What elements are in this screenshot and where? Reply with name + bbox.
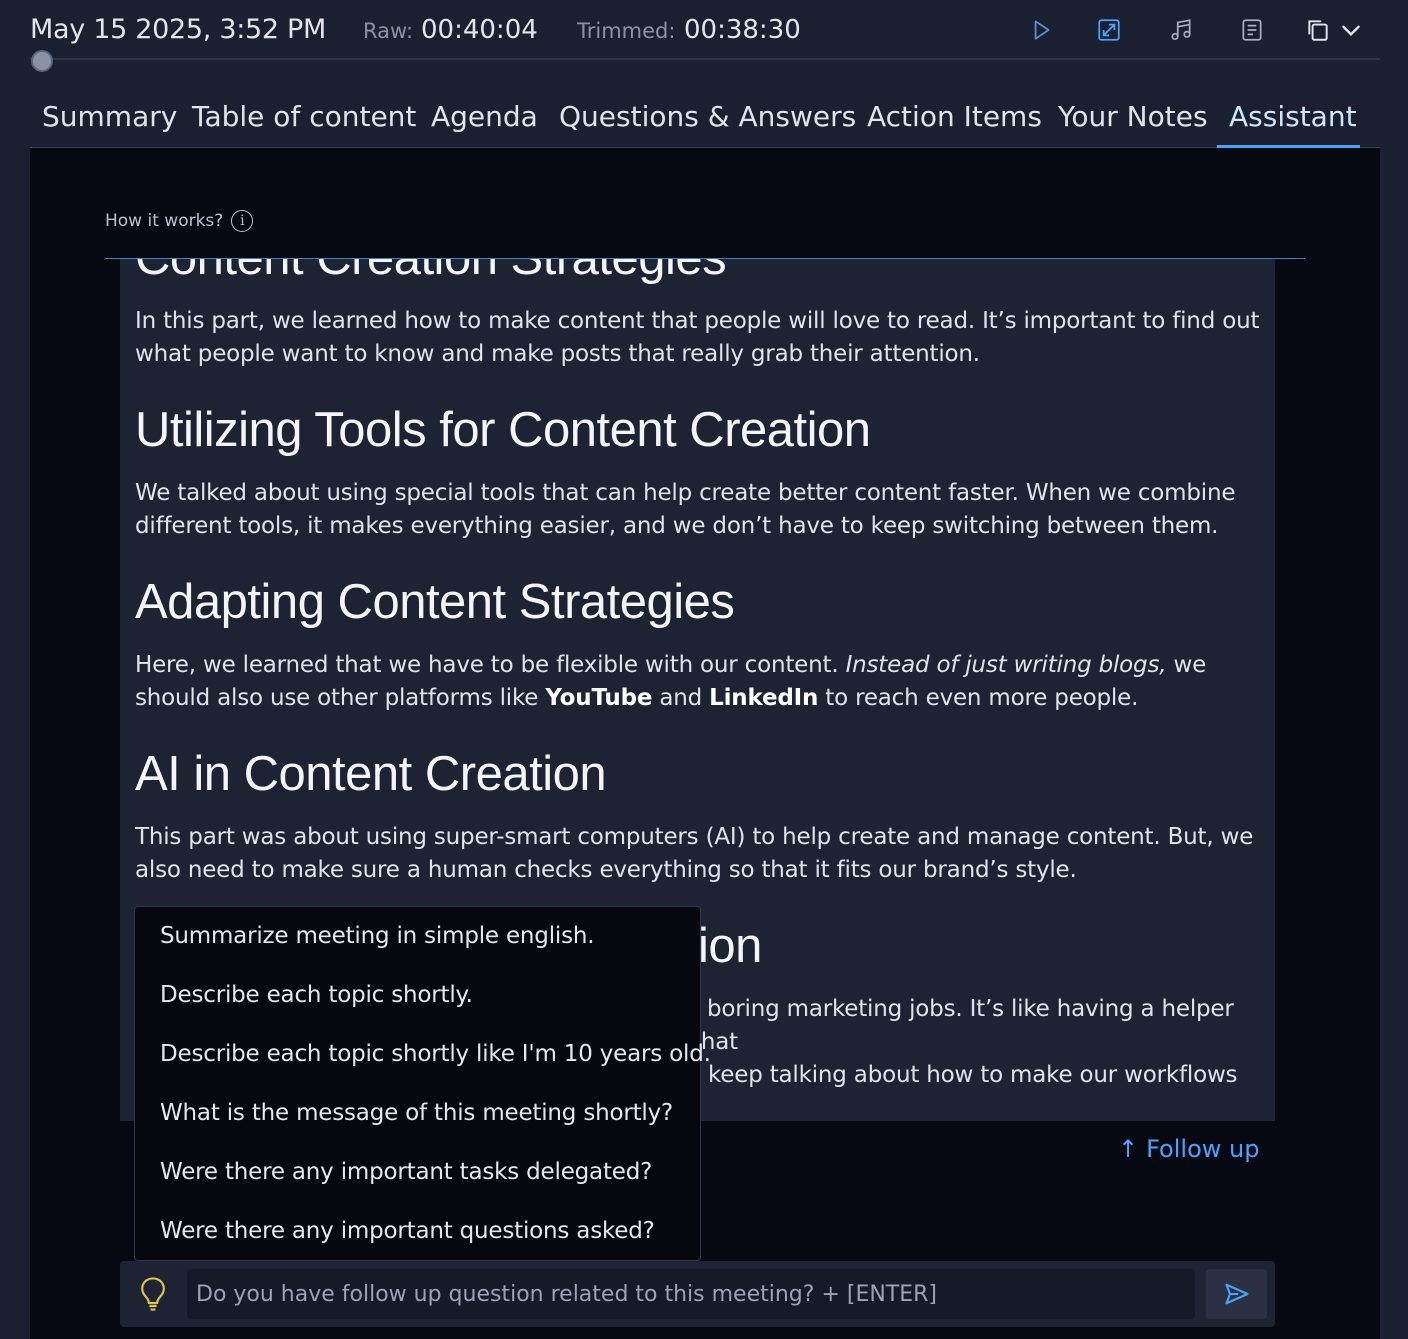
timeline-handle[interactable] [31, 50, 53, 72]
tab-agenda[interactable]: Agenda [431, 100, 538, 133]
bold-text: YouTube [545, 685, 653, 711]
section-body: This part was about using super-smart co… [135, 824, 1254, 883]
bold-text: LinkedIn [709, 685, 819, 711]
send-button[interactable] [1206, 1269, 1267, 1319]
arrow-up-icon: ↑ [1118, 1135, 1139, 1163]
resize-icon[interactable] [1095, 16, 1123, 44]
suggestion-item[interactable]: What is the message of this meeting shor… [160, 1100, 673, 1126]
italic-text: Instead of just writing blogs, [845, 652, 1167, 678]
suggestion-item[interactable]: Were there any important tasks delegated… [160, 1159, 652, 1185]
tab-table-of-content[interactable]: Table of content [192, 100, 416, 133]
tab-action-items[interactable]: Action Items [867, 100, 1042, 133]
suggestions-dropdown: Summarize meeting in simple english. Des… [134, 906, 711, 1261]
suggestion-item[interactable]: Summarize meeting in simple english. [160, 923, 595, 949]
raw-duration-value: 00:40:04 [421, 15, 538, 45]
section-body: We talked about using special tools that… [135, 480, 1236, 539]
raw-duration-label: Raw: [363, 19, 414, 43]
section-heading: AI in Content Creation [135, 747, 607, 801]
assistant-panel: How it works? i Content Creation Strateg… [30, 148, 1380, 1339]
suggestion-item[interactable]: Were there any important questions asked… [160, 1218, 655, 1244]
document-icon[interactable] [1238, 16, 1266, 44]
timeline-track[interactable] [30, 58, 1380, 60]
chevron-down-icon[interactable] [1337, 16, 1365, 44]
trimmed-duration-label: Trimmed: [577, 19, 676, 43]
how-it-works-label: How it works? [105, 211, 224, 231]
send-icon [1224, 1283, 1249, 1305]
suggestion-item[interactable]: Describe each topic shortly. [160, 982, 473, 1008]
top-bar: May 15 2025, 3:52 PM Raw: 00:40:04 Trimm… [0, 0, 1408, 60]
section-body: Here, we learned that we have to be flex… [135, 652, 1207, 711]
lightbulb-icon[interactable] [138, 1276, 168, 1312]
section-heading: Adapting Content Strategies [135, 575, 735, 629]
tab-questions-answers[interactable]: Questions & Answers [559, 100, 856, 133]
section-heading: Content Creation Strategies [135, 259, 1260, 287]
music-icon[interactable] [1167, 16, 1195, 44]
play-icon[interactable] [1027, 16, 1055, 44]
suggestion-item[interactable]: Describe each topic shortly like I'm 10 … [160, 1041, 711, 1067]
follow-up-label: Follow up [1146, 1135, 1260, 1163]
trimmed-duration-value: 00:38:30 [684, 15, 801, 45]
how-it-works-link[interactable]: How it works? i [105, 210, 254, 232]
section-body: In this part, we learned how to make con… [135, 308, 1260, 367]
info-icon: i [231, 210, 254, 232]
follow-up-input-bar [120, 1261, 1275, 1327]
follow-up-question-input[interactable] [187, 1269, 1195, 1319]
follow-up-button[interactable]: ↑ Follow up [1118, 1135, 1259, 1163]
tab-assistant[interactable]: Assistant [1229, 100, 1357, 133]
section-heading: Utilizing Tools for Content Creation [135, 403, 871, 457]
meeting-date: May 15 2025, 3:52 PM [30, 14, 327, 45]
copy-icon[interactable] [1304, 16, 1332, 44]
tab-your-notes[interactable]: Your Notes [1058, 100, 1208, 133]
app-window: May 15 2025, 3:52 PM Raw: 00:40:04 Trimm… [0, 0, 1408, 1339]
tab-bar: Summary Table of content Agenda Question… [30, 92, 1380, 148]
tab-summary[interactable]: Summary [42, 100, 177, 133]
